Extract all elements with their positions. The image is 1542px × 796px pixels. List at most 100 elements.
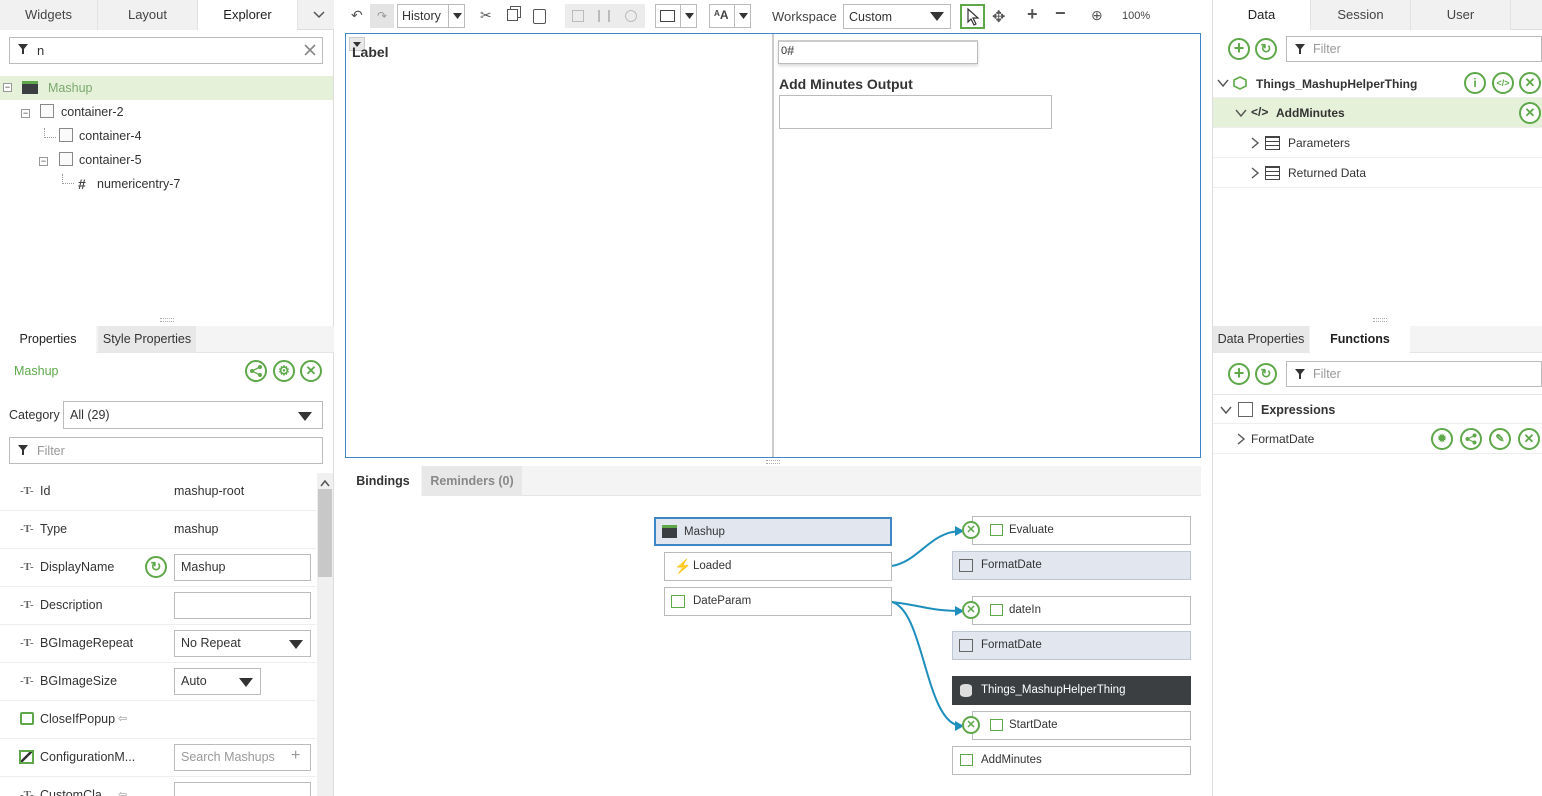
select-tool-icon[interactable] [960, 4, 985, 29]
close-icon[interactable]: ✕ [1519, 72, 1541, 94]
properties-filter-input[interactable]: Filter [9, 437, 323, 464]
chevron-down-icon[interactable] [1220, 404, 1232, 419]
binding-target-formatdate-1[interactable]: FormatDate [952, 551, 1191, 580]
move-icon[interactable]: ✥ [992, 7, 1005, 27]
data-filter-input[interactable]: Filter [1286, 36, 1542, 62]
remove-binding-icon[interactable]: ✕ [962, 601, 980, 619]
binding-target-formatdate-2[interactable]: FormatDate [952, 631, 1191, 660]
trigger-icon[interactable]: ✹ [1431, 428, 1453, 450]
tree-item-container-5[interactable]: − container-5 [0, 148, 333, 172]
binding-source-loaded[interactable]: ⚡ Loaded [664, 552, 892, 581]
fit-icon[interactable]: ⊕ [1091, 7, 1103, 24]
data-parameters-row[interactable]: Parameters [1213, 128, 1542, 158]
bgimagesize-select[interactable]: Auto [174, 668, 261, 695]
share-icon[interactable] [245, 360, 267, 382]
tree-item-mashup[interactable]: − Mashup [0, 76, 333, 100]
tree-item-container-4[interactable]: container-4 [0, 124, 333, 148]
displayname-input[interactable]: Mashup [174, 554, 311, 581]
tab-session[interactable]: Session [1311, 0, 1411, 30]
tab-style-properties[interactable]: Style Properties [98, 326, 196, 353]
canvas-splitter-handle[interactable] [766, 460, 780, 464]
tab-data-properties[interactable]: Data Properties [1213, 326, 1309, 353]
numeric-entry-widget[interactable]: 0 # [778, 40, 978, 64]
paste-icon[interactable] [533, 9, 546, 24]
add-icon[interactable]: + [1228, 363, 1250, 385]
data-thing-row[interactable]: Things_MashupHelperThing i </> ✕ [1213, 70, 1542, 98]
scroll-thumb[interactable] [318, 489, 332, 577]
data-service-row[interactable]: </> AddMinutes ✕ [1213, 98, 1542, 128]
clear-icon[interactable] [303, 43, 317, 60]
zoom-out-icon[interactable]: − [1055, 3, 1066, 24]
right-splitter[interactable] [1201, 0, 1212, 796]
collapse-icon[interactable]: − [3, 83, 12, 92]
undo-icon[interactable]: ↶ [351, 7, 363, 24]
edit-icon[interactable]: ✎ [1489, 428, 1511, 450]
layout-dropdown[interactable] [655, 4, 697, 28]
share-icon[interactable] [1460, 428, 1482, 450]
collapse-icon[interactable]: − [21, 109, 30, 118]
history-dropdown[interactable]: History [397, 4, 465, 28]
tree-item-container-2[interactable]: − container-2 [0, 100, 333, 124]
binding-target-evaluate[interactable]: Evaluate [972, 516, 1191, 545]
chevron-down-icon[interactable] [1217, 77, 1229, 92]
properties-scrollbar[interactable] [317, 473, 333, 796]
binding-target-addminutes[interactable]: AddMinutes [952, 746, 1191, 775]
remove-binding-icon[interactable]: ✕ [962, 521, 980, 539]
tab-properties[interactable]: Properties [0, 326, 96, 353]
category-select[interactable]: All (29) [63, 401, 323, 429]
cut-icon[interactable]: ✂ [480, 7, 492, 24]
bgimagerepeat-select[interactable]: No Repeat [174, 630, 311, 657]
scroll-up-icon[interactable] [320, 476, 330, 490]
reset-icon[interactable]: ↻ [145, 556, 167, 578]
align-top-icon[interactable] [572, 10, 584, 22]
chevron-right-icon[interactable] [1235, 433, 1247, 448]
chevron-right-icon[interactable] [1249, 167, 1261, 182]
tab-explorer[interactable]: Explorer [198, 0, 298, 30]
binding-source-mashup[interactable]: Mashup [654, 517, 892, 546]
close-icon[interactable]: ✕ [1519, 102, 1541, 124]
description-input[interactable] [174, 592, 311, 619]
align-middle-icon[interactable] [598, 10, 610, 22]
binding-target-startdate[interactable]: StartDate [972, 711, 1191, 740]
close-icon[interactable]: ✕ [300, 360, 322, 382]
refresh-icon[interactable]: ↻ [1255, 38, 1277, 60]
chevron-down-icon[interactable] [1235, 107, 1247, 122]
customclass-input[interactable] [174, 782, 311, 796]
workspace-select[interactable]: Custom [843, 4, 951, 29]
label-widget[interactable]: Label [352, 44, 389, 60]
data-returned-row[interactable]: Returned Data [1213, 158, 1542, 188]
binding-target-thing[interactable]: Things_MashupHelperThing [952, 676, 1191, 705]
close-icon[interactable]: ✕ [1518, 428, 1540, 450]
splitter-handle[interactable] [160, 318, 174, 322]
function-formatdate-row[interactable]: FormatDate ✹ ✎ ✕ [1213, 424, 1542, 454]
tab-user[interactable]: User [1411, 0, 1511, 30]
plus-icon[interactable]: + [291, 747, 300, 765]
tab-widgets[interactable]: Widgets [0, 0, 98, 30]
target-icon[interactable] [625, 10, 637, 22]
tab-data[interactable]: Data [1213, 0, 1311, 30]
gear-icon[interactable]: ⚙ [273, 360, 295, 382]
code-icon[interactable]: </> [1492, 72, 1514, 94]
tree-item-numericentry-7[interactable]: # numericentry-7 [0, 172, 333, 196]
info-icon[interactable]: i [1464, 72, 1486, 94]
redo-icon[interactable]: ↷ [370, 4, 394, 28]
left-splitter[interactable] [334, 30, 345, 796]
functions-filter-input[interactable]: Filter [1286, 361, 1542, 387]
splitter-handle[interactable] [1373, 318, 1387, 322]
collapse-icon[interactable]: − [39, 157, 48, 166]
remove-binding-icon[interactable]: ✕ [962, 716, 980, 734]
chevron-right-icon[interactable] [1249, 137, 1261, 152]
output-textbox[interactable] [779, 95, 1052, 129]
add-icon[interactable]: + [1228, 38, 1250, 60]
search-mashups-input[interactable]: Search Mashups + [174, 744, 311, 771]
tab-layout[interactable]: Layout [98, 0, 198, 30]
binding-source-dateparam[interactable]: DateParam [664, 587, 892, 616]
tab-functions[interactable]: Functions [1310, 326, 1410, 353]
localization-dropdown[interactable]: ᴬA [709, 4, 751, 28]
chevron-down-icon[interactable] [312, 8, 326, 22]
zoom-in-icon[interactable]: + [1027, 4, 1038, 25]
binding-target-datein[interactable]: dateIn [972, 596, 1191, 625]
copy-icon[interactable] [507, 9, 518, 21]
explorer-filter-input[interactable]: n [9, 37, 323, 64]
expressions-group-row[interactable]: Expressions [1213, 394, 1542, 424]
